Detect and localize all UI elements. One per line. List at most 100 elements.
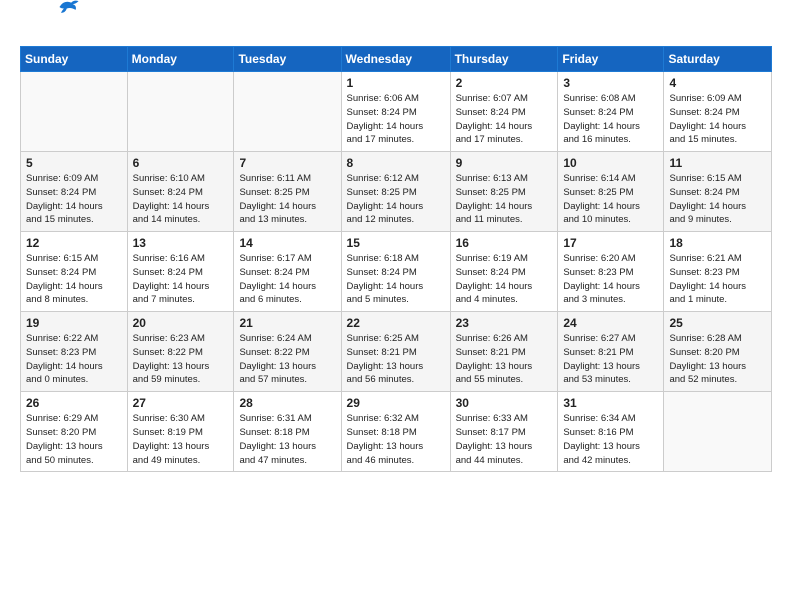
logo <box>20 18 80 36</box>
calendar-cell: 24 Sunrise: 6:27 AM Sunset: 8:21 PM Dayli… <box>558 312 664 392</box>
day-number: 4 <box>669 76 766 90</box>
day-number: 6 <box>133 156 229 170</box>
day-number: 15 <box>347 236 445 250</box>
day-number: 31 <box>563 396 658 410</box>
day-number: 2 <box>456 76 553 90</box>
day-info: Sunrise: 6:21 AM Sunset: 8:23 PM Dayligh… <box>669 252 766 307</box>
weekday-header-tuesday: Tuesday <box>234 47 341 72</box>
calendar-cell: 1 Sunrise: 6:06 AM Sunset: 8:24 PM Daylig… <box>341 72 450 152</box>
day-number: 21 <box>239 316 335 330</box>
calendar-cell: 17 Sunrise: 6:20 AM Sunset: 8:23 PM Dayli… <box>558 232 664 312</box>
day-info: Sunrise: 6:23 AM Sunset: 8:22 PM Dayligh… <box>133 332 229 387</box>
weekday-header-thursday: Thursday <box>450 47 558 72</box>
day-info: Sunrise: 6:19 AM Sunset: 8:24 PM Dayligh… <box>456 252 553 307</box>
day-info: Sunrise: 6:30 AM Sunset: 8:19 PM Dayligh… <box>133 412 229 467</box>
calendar-cell: 3Sunrise: 6:08 AM Sunset: 8:24 PM Daylig… <box>558 72 664 152</box>
calendar-cell: 12 Sunrise: 6:15 AM Sunset: 8:24 PM Dayli… <box>21 232 128 312</box>
day-number: 22 <box>347 316 445 330</box>
day-number: 25 <box>669 316 766 330</box>
calendar-cell: 7 Sunrise: 6:11 AM Sunset: 8:25 PM Daylig… <box>234 152 341 232</box>
day-number: 24 <box>563 316 658 330</box>
calendar-cell: 26Sunrise: 6:29 AM Sunset: 8:20 PM Dayli… <box>21 392 128 472</box>
day-number: 30 <box>456 396 553 410</box>
weekday-header-friday: Friday <box>558 47 664 72</box>
day-number: 11 <box>669 156 766 170</box>
day-info: Sunrise: 6:15 AM Sunset: 8:24 PM Dayligh… <box>669 172 766 227</box>
day-info: Sunrise: 6:27 AM Sunset: 8:21 PM Dayligh… <box>563 332 658 387</box>
day-number: 23 <box>456 316 553 330</box>
day-info: Sunrise: 6:12 AM Sunset: 8:25 PM Dayligh… <box>347 172 445 227</box>
calendar-table: SundayMondayTuesdayWednesdayThursdayFrid… <box>20 46 772 472</box>
calendar-cell: 11 Sunrise: 6:15 AM Sunset: 8:24 PM Dayli… <box>664 152 772 232</box>
day-info: Sunrise: 6:33 AM Sunset: 8:17 PM Dayligh… <box>456 412 553 467</box>
day-info: Sunrise: 6:06 AM Sunset: 8:24 PM Dayligh… <box>347 92 445 147</box>
day-info: Sunrise: 6:09 AM Sunset: 8:24 PM Dayligh… <box>26 172 122 227</box>
weekday-header-saturday: Saturday <box>664 47 772 72</box>
day-number: 10 <box>563 156 658 170</box>
calendar-cell: 31 Sunrise: 6:34 AM Sunset: 8:16 PM Dayli… <box>558 392 664 472</box>
day-info: Sunrise: 6:09 AM Sunset: 8:24 PM Dayligh… <box>669 92 766 147</box>
day-info: Sunrise: 6:28 AM Sunset: 8:20 PM Dayligh… <box>669 332 766 387</box>
day-number: 1 <box>347 76 445 90</box>
calendar-cell: 23Sunrise: 6:26 AM Sunset: 8:21 PM Dayli… <box>450 312 558 392</box>
day-number: 16 <box>456 236 553 250</box>
day-info: Sunrise: 6:31 AM Sunset: 8:18 PM Dayligh… <box>239 412 335 467</box>
calendar-cell: 25 Sunrise: 6:28 AM Sunset: 8:20 PM Dayli… <box>664 312 772 392</box>
day-number: 8 <box>347 156 445 170</box>
day-number: 9 <box>456 156 553 170</box>
calendar-cell: 5 Sunrise: 6:09 AM Sunset: 8:24 PM Daylig… <box>21 152 128 232</box>
day-number: 17 <box>563 236 658 250</box>
day-number: 5 <box>26 156 122 170</box>
day-info: Sunrise: 6:29 AM Sunset: 8:20 PM Dayligh… <box>26 412 122 467</box>
day-number: 29 <box>347 396 445 410</box>
day-info: Sunrise: 6:13 AM Sunset: 8:25 PM Dayligh… <box>456 172 553 227</box>
day-number: 27 <box>133 396 229 410</box>
day-number: 19 <box>26 316 122 330</box>
calendar-cell <box>21 72 128 152</box>
calendar-cell: 8 Sunrise: 6:12 AM Sunset: 8:25 PM Daylig… <box>341 152 450 232</box>
day-number: 13 <box>133 236 229 250</box>
calendar-cell: 16 Sunrise: 6:19 AM Sunset: 8:24 PM Dayli… <box>450 232 558 312</box>
calendar-cell <box>127 72 234 152</box>
week-row-2: 5 Sunrise: 6:09 AM Sunset: 8:24 PM Daylig… <box>21 152 772 232</box>
day-info: Sunrise: 6:22 AM Sunset: 8:23 PM Dayligh… <box>26 332 122 387</box>
calendar-cell: 29 Sunrise: 6:32 AM Sunset: 8:18 PM Dayli… <box>341 392 450 472</box>
calendar-cell: 22Sunrise: 6:25 AM Sunset: 8:21 PM Dayli… <box>341 312 450 392</box>
day-info: Sunrise: 6:07 AM Sunset: 8:24 PM Dayligh… <box>456 92 553 147</box>
week-row-3: 12 Sunrise: 6:15 AM Sunset: 8:24 PM Dayli… <box>21 232 772 312</box>
day-number: 14 <box>239 236 335 250</box>
weekday-header-monday: Monday <box>127 47 234 72</box>
day-number: 28 <box>239 396 335 410</box>
logo-bird-icon <box>58 0 80 18</box>
weekday-header-wednesday: Wednesday <box>341 47 450 72</box>
day-info: Sunrise: 6:17 AM Sunset: 8:24 PM Dayligh… <box>239 252 335 307</box>
day-number: 12 <box>26 236 122 250</box>
day-info: Sunrise: 6:34 AM Sunset: 8:16 PM Dayligh… <box>563 412 658 467</box>
day-number: 7 <box>239 156 335 170</box>
week-row-1: 1 Sunrise: 6:06 AM Sunset: 8:24 PM Daylig… <box>21 72 772 152</box>
day-info: Sunrise: 6:15 AM Sunset: 8:24 PM Dayligh… <box>26 252 122 307</box>
week-row-5: 26Sunrise: 6:29 AM Sunset: 8:20 PM Dayli… <box>21 392 772 472</box>
day-info: Sunrise: 6:11 AM Sunset: 8:25 PM Dayligh… <box>239 172 335 227</box>
calendar-cell: 15 Sunrise: 6:18 AM Sunset: 8:24 PM Dayli… <box>341 232 450 312</box>
day-info: Sunrise: 6:24 AM Sunset: 8:22 PM Dayligh… <box>239 332 335 387</box>
day-number: 20 <box>133 316 229 330</box>
calendar-cell: 20 Sunrise: 6:23 AM Sunset: 8:22 PM Dayli… <box>127 312 234 392</box>
calendar-cell: 27 Sunrise: 6:30 AM Sunset: 8:19 PM Dayli… <box>127 392 234 472</box>
header <box>20 18 772 36</box>
day-info: Sunrise: 6:20 AM Sunset: 8:23 PM Dayligh… <box>563 252 658 307</box>
week-row-4: 19 Sunrise: 6:22 AM Sunset: 8:23 PM Dayli… <box>21 312 772 392</box>
page: SundayMondayTuesdayWednesdayThursdayFrid… <box>0 0 792 490</box>
day-number: 18 <box>669 236 766 250</box>
calendar-cell: 18 Sunrise: 6:21 AM Sunset: 8:23 PM Dayli… <box>664 232 772 312</box>
day-info: Sunrise: 6:32 AM Sunset: 8:18 PM Dayligh… <box>347 412 445 467</box>
calendar-cell: 10 Sunrise: 6:14 AM Sunset: 8:25 PM Dayli… <box>558 152 664 232</box>
calendar-cell <box>234 72 341 152</box>
day-info: Sunrise: 6:18 AM Sunset: 8:24 PM Dayligh… <box>347 252 445 307</box>
calendar-cell: 6Sunrise: 6:10 AM Sunset: 8:24 PM Daylig… <box>127 152 234 232</box>
day-number: 3 <box>563 76 658 90</box>
calendar-cell: 2 Sunrise: 6:07 AM Sunset: 8:24 PM Daylig… <box>450 72 558 152</box>
calendar-cell <box>664 392 772 472</box>
day-info: Sunrise: 6:14 AM Sunset: 8:25 PM Dayligh… <box>563 172 658 227</box>
weekday-header-row: SundayMondayTuesdayWednesdayThursdayFrid… <box>21 47 772 72</box>
